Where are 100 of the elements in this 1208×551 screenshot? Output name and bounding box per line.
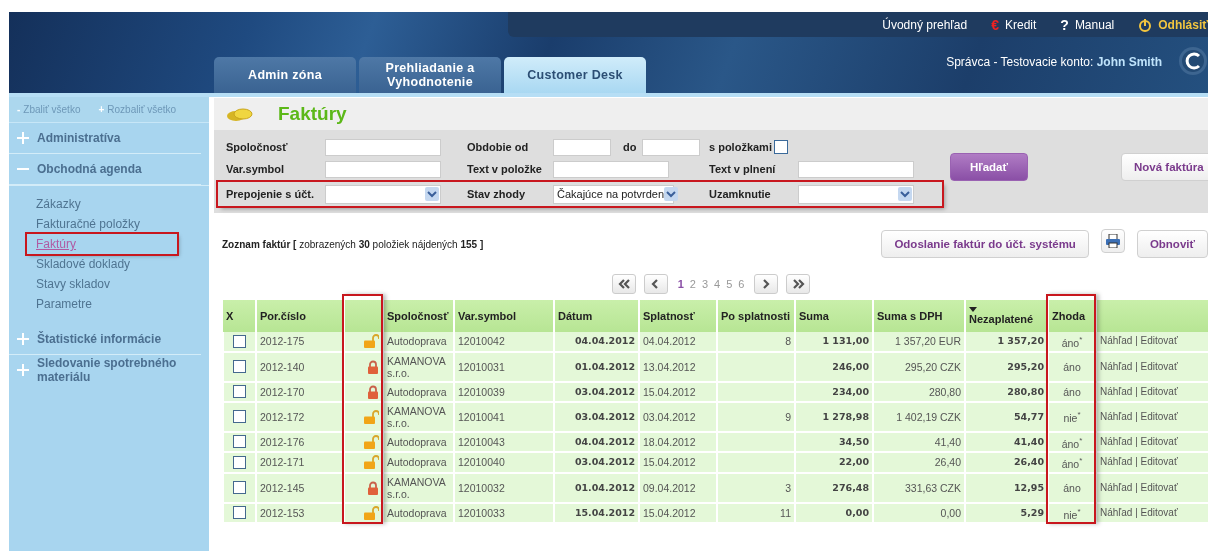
table-cell: 0,00 [873,502,965,523]
logo-icon [1178,46,1208,76]
checkbox[interactable] [773,140,788,155]
table-cell: 12,95 [965,472,1048,503]
row-action-link[interactable]: Editovať [1140,360,1178,372]
column-header: X [223,300,256,332]
row-action-link[interactable]: Editovať [1140,456,1178,468]
column-header[interactable]: Nezaplatené [965,300,1048,332]
input-field[interactable] [325,160,441,178]
sidebar-section[interactable]: Obchodná agenda [37,162,142,176]
checkbox[interactable] [233,455,246,469]
column-header: Suma s DPH [873,300,965,332]
table-cell: 3 [717,472,795,503]
row-action-link[interactable]: Editovať [1140,506,1178,518]
tab[interactable]: Prehliadanie a Vyhodnotenie [359,57,501,93]
tab[interactable]: Admin zóna [214,57,356,93]
row-action-link[interactable]: Náhľad [1100,456,1133,468]
row-action-link[interactable]: Náhľad [1100,385,1133,397]
next-page-button[interactable] [754,274,779,294]
field-label: Text v plnení [709,163,777,176]
row-action-link[interactable]: Náhľad [1100,410,1133,422]
table-cell: 276,48 [795,472,873,503]
toolbar-button[interactable]: Obnoviť [1136,230,1208,258]
column-header: Zhoda [1048,300,1096,332]
table-cell: 295,20 CZK [873,351,965,382]
table-cell: 09.04.2012 [639,472,717,503]
field-label: do [623,141,637,154]
table-cell: 1 357,20 EUR [873,332,965,352]
checkbox[interactable] [233,435,246,449]
toolbar-button[interactable]: Odoslanie faktúr do účt. systému [881,230,1089,258]
new-invoice-button[interactable]: Nová faktúra [1121,153,1208,181]
sort-arrow-icon [969,307,977,312]
checkbox[interactable] [233,506,246,520]
table-cell: KAMANOVA s.r.o. [383,401,454,432]
row-action-link[interactable]: Editovať [1140,435,1178,447]
row-action-link[interactable]: Editovať [1140,410,1178,422]
checkbox[interactable] [233,360,246,373]
table-cell: 34,50 [795,431,873,452]
checkbox[interactable] [233,385,246,398]
table-cell: 1 357,20 [965,332,1048,352]
input-field[interactable] [798,160,914,178]
caret-icon [898,187,912,202]
row-action-link[interactable]: Náhľad [1100,506,1133,518]
caret-icon [425,187,439,202]
input-field[interactable] [553,138,611,156]
top-link[interactable]: € Kredit [991,16,1037,33]
row-action-link[interactable]: Náhľad [1100,360,1133,372]
coins-icon [226,106,254,122]
table-cell: 03.04.2012 [639,401,717,432]
input-field[interactable] [642,138,701,156]
separator: | [1134,410,1139,422]
column-header: Dátum [554,300,639,332]
printer-icon [1105,234,1120,248]
separator: | [1134,456,1139,468]
separator: | [1134,335,1139,347]
table-cell: 331,63 CZK [873,472,965,503]
field-label: Stav zhody [467,188,527,201]
row-action-link[interactable]: Náhľad [1100,435,1133,447]
search-button[interactable]: Hľadať [950,153,1028,181]
table-cell: 13.04.2012 [639,351,717,382]
row-action-link[interactable]: Náhľad [1100,481,1133,493]
table-cell: 54,77 [965,401,1048,432]
field-label: s položkami [709,141,772,154]
table-cell: 04.04.2012 [639,332,717,352]
table-cell: 11 [717,502,795,523]
last-page-button[interactable] [786,274,811,294]
column-header: Var.symbol [454,300,554,332]
previous-page-button[interactable] [643,274,668,294]
table-cell: 01.04.2012 [554,472,639,503]
first-page-button[interactable] [611,274,636,294]
top-link[interactable]: Úvodný prehľad [882,17,968,32]
help-icon: ? [1060,16,1069,33]
print-button[interactable] [1100,229,1125,253]
table-cell: 15.04.2012 [639,452,717,473]
checkbox[interactable] [233,481,246,494]
checkbox[interactable] [233,410,246,423]
row-action-link[interactable]: Náhľad [1100,335,1133,347]
page-link[interactable]: 1 [677,278,684,290]
row-action-link[interactable]: Editovať [1140,385,1178,397]
column-header: Por.číslo [256,300,344,332]
input-field[interactable] [325,138,441,156]
row-action-link[interactable]: Editovať [1140,481,1178,493]
column-header: Spoločnosť [383,300,454,332]
input-field[interactable] [553,160,669,178]
table-cell: 9 [717,401,795,432]
table-cell: 22,00 [795,452,873,473]
separator: | [1134,360,1139,372]
user-info: Správca - Testovacie konto: John Smith [946,55,1162,69]
checkbox[interactable] [233,334,246,348]
power-icon [1138,17,1153,32]
table-cell: 03.04.2012 [554,401,639,432]
row-action-link[interactable]: Editovať [1140,335,1178,347]
separator: | [1134,506,1139,518]
logout-link[interactable]: Odhlásiť [1138,17,1208,32]
table-cell: 2012-172 [256,401,344,432]
tab[interactable]: Customer Desk [504,57,646,93]
table-cell: 2012-140 [256,351,344,382]
top-link[interactable]: ? Manual [1060,16,1115,33]
separator: | [1134,385,1139,397]
table-cell: 295,20 [965,351,1048,382]
